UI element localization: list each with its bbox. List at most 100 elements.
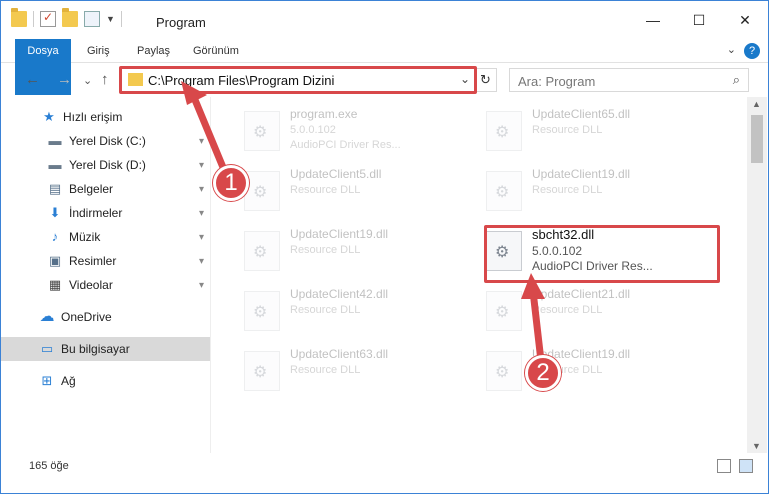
ribbon-tabs: Dosya Giriş Paylaş Görünüm ⌄ ? [1,39,768,95]
file-item[interactable]: UpdateClient19.dll Resource DLL [474,343,704,399]
navigation-bar: ← → ⌄ ↑ C:\Program Files\Program Dizini … [1,63,768,97]
scroll-up-icon[interactable]: ▲ [752,99,761,109]
large-icons-view-icon[interactable] [739,459,753,473]
sidebar-item-label: Resimler [69,254,117,268]
tab-view[interactable]: Görünüm [193,39,239,63]
file-item[interactable]: UpdateClient63.dll Resource DLL [232,343,462,399]
file-item[interactable]: UpdateClient65.dll Resource DLL [474,103,704,159]
tab-home[interactable]: Giriş [87,39,110,63]
sidebar-item-network[interactable]: ⊞ Ağ [1,369,210,393]
pin-icon[interactable]: ▾ [199,208,204,219]
file-description: Resource DLL [532,304,603,316]
sidebar-item-music[interactable]: ♪ Müzik ▾ [1,225,210,249]
dll-file-icon [486,171,522,211]
dll-file-icon [244,351,280,391]
downloads-icon: ⬇ [49,205,61,220]
sidebar-item-label: Bu bilgisayar [61,342,130,356]
sidebar-item-documents[interactable]: ▤ Belgeler ▾ [1,177,210,201]
file-description: Resource DLL [532,124,603,136]
pin-icon[interactable]: ▾ [199,136,204,147]
pin-icon[interactable]: ▾ [199,160,204,171]
pin-icon[interactable]: ▾ [199,280,204,291]
file-item[interactable]: UpdateClient19.dll Resource DLL [232,223,462,279]
file-description: Resource DLL [290,184,361,196]
file-name: UpdateClient5.dll [290,167,382,181]
sidebar-item-this-pc[interactable]: ▭ Bu bilgisayar [1,337,210,361]
quick-access-toolbar: ▼ [11,8,122,27]
file-description: Resource DLL [290,364,361,376]
dll-file-icon [486,351,522,391]
item-count: 165 öğe [29,460,69,472]
dll-file-icon [244,171,280,211]
close-button[interactable]: ✕ [722,1,768,39]
details-view-icon[interactable] [717,459,731,473]
step-2-badge: 2 [525,355,561,391]
maximize-button[interactable]: ☐ [676,1,722,39]
pin-icon[interactable]: ▾ [199,256,204,267]
file-item[interactable]: program.exe 5.0.0.102 AudioPCI Driver Re… [232,103,462,159]
folder-icon [11,8,27,27]
search-box[interactable]: Ara: Program ⌕ [509,68,749,92]
help-icon[interactable]: ? [744,43,760,59]
new-folder-icon[interactable] [62,8,78,27]
pin-icon[interactable]: ▾ [199,184,204,195]
music-icon: ♪ [51,229,59,244]
file-item[interactable]: UpdateClient21.dll Resource DLL [474,283,704,339]
sidebar-item-label: Hızlı erişim [63,110,123,124]
search-icon[interactable]: ⌕ [733,72,740,88]
dll-file-icon [244,291,280,331]
sidebar-item-videos[interactable]: ▦ Videolar ▾ [1,273,210,297]
title-bar: ▼ Program — ☐ ✕ [1,1,768,39]
file-name: UpdateClient42.dll [290,287,389,301]
sidebar-item-onedrive[interactable]: ☁ OneDrive [1,305,210,329]
properties-check-icon[interactable] [40,10,56,27]
file-highlight-box [484,225,720,283]
sidebar-item-quick-access[interactable]: ★ Hızlı erişim [1,105,210,129]
network-icon: ⊞ [41,373,53,388]
videos-icon: ▦ [48,277,62,292]
expand-ribbon-icon[interactable]: ⌄ [727,43,736,59]
file-name: program.exe [290,107,358,121]
customize-toolbar-icon[interactable] [84,11,100,27]
sidebar-item-label: Müzik [69,230,101,244]
sidebar-item-label: Belgeler [69,182,114,196]
sidebar-item-label: OneDrive [61,310,112,324]
file-description: Resource DLL [532,184,603,196]
recent-locations-button[interactable]: ⌄ [83,74,92,87]
sidebar-item-disk-c[interactable]: ▬ Yerel Disk (C:) ▾ [1,129,210,153]
computer-icon: ▭ [40,341,54,356]
dll-file-icon [486,291,522,331]
pin-icon[interactable]: ▾ [199,232,204,243]
dll-file-icon [486,111,522,151]
file-name: UpdateClient21.dll [532,287,631,301]
cloud-icon: ☁ [39,308,55,325]
file-name: UpdateClient19.dll [290,227,389,241]
sidebar-item-label: Yerel Disk (C:) [69,134,146,148]
file-item[interactable]: UpdateClient19.dll Resource DLL [474,163,704,219]
up-button[interactable]: ↑ [101,71,109,88]
back-button[interactable]: ← [25,71,40,88]
sidebar-item-downloads[interactable]: ⬇ İndirmeler ▾ [1,201,210,225]
file-item[interactable]: UpdateClient42.dll Resource DLL [232,283,462,339]
exe-file-icon [244,111,280,151]
file-name: UpdateClient19.dll [532,167,631,181]
qat-dropdown-icon[interactable]: ▼ [106,14,115,24]
minimize-button[interactable]: — [630,1,676,39]
scrollbar-thumb[interactable] [751,115,763,163]
window-controls: — ☐ ✕ [630,1,768,39]
tab-share[interactable]: Paylaş [137,39,170,63]
documents-icon: ▤ [48,181,62,196]
refresh-button[interactable]: ↻ [474,69,496,91]
pictures-icon: ▣ [48,253,62,268]
ribbon-controls: ⌄ ? [727,43,760,59]
sidebar-item-pictures[interactable]: ▣ Resimler ▾ [1,249,210,273]
navigation-pane: ★ Hızlı erişim ▬ Yerel Disk (C:) ▾ ▬ Yer… [1,97,211,453]
vertical-scrollbar[interactable]: ▲ ▼ [747,97,767,453]
sidebar-item-disk-d[interactable]: ▬ Yerel Disk (D:) ▾ [1,153,210,177]
sidebar-item-label: İndirmeler [69,206,123,220]
search-placeholder: Ara: Program [518,74,596,89]
sidebar-item-label: Yerel Disk (D:) [69,158,146,172]
file-item[interactable]: UpdateClient5.dll Resource DLL [232,163,462,219]
forward-button[interactable]: → [57,71,72,88]
scroll-down-icon[interactable]: ▼ [752,441,761,451]
